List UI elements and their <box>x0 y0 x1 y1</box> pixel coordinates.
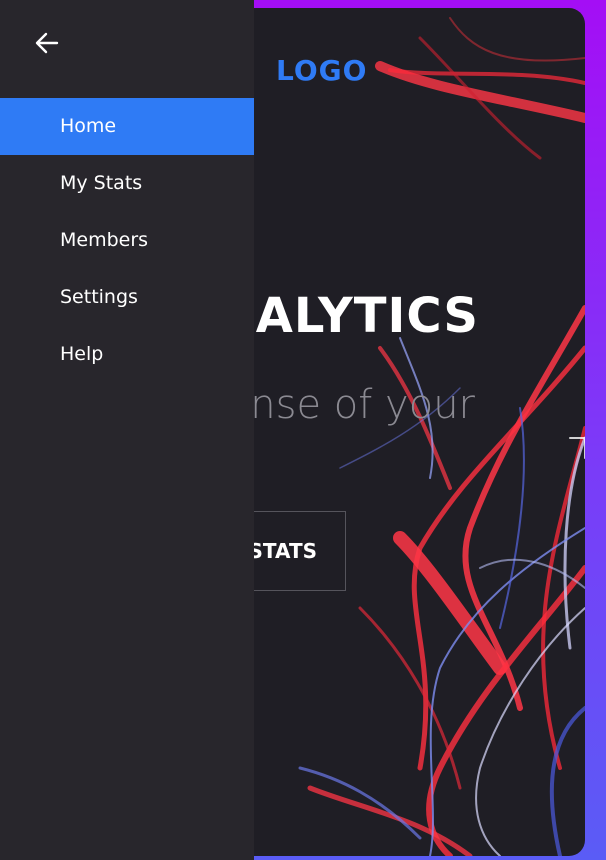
drawer-item-members[interactable]: Members <box>0 212 254 269</box>
drawer-item-home[interactable]: Home <box>0 98 254 155</box>
side-drawer: Home My Stats Members Settings Help <box>0 0 254 860</box>
drawer-item-help[interactable]: Help <box>0 326 254 383</box>
drawer-item-settings[interactable]: Settings <box>0 269 254 326</box>
drawer-item-my-stats[interactable]: My Stats <box>0 155 254 212</box>
back-arrow-icon[interactable] <box>32 28 62 58</box>
logo[interactable]: LOGO <box>276 54 367 87</box>
drawer-nav: Home My Stats Members Settings Help <box>0 98 254 383</box>
